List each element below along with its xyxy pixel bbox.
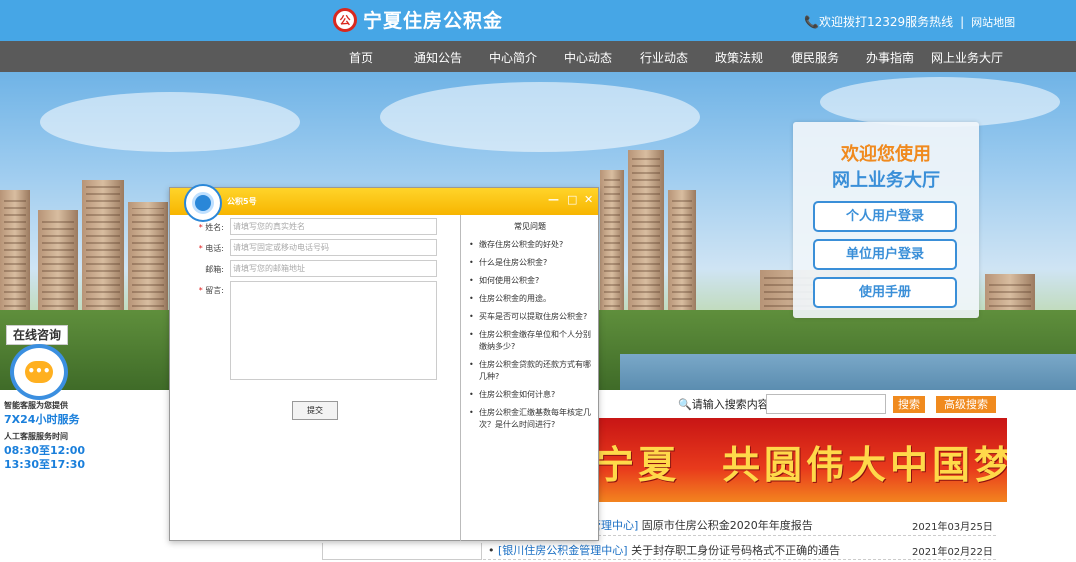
site-title: 宁夏住房公积金 [363, 10, 504, 32]
company-login-button[interactable]: 单位用户登录 [813, 239, 957, 270]
minimize-icon[interactable]: — [548, 193, 559, 206]
search-icon: 🔍 [678, 398, 692, 411]
submit-button[interactable]: 提交 [292, 401, 338, 420]
hotline-text: 📞欢迎拨打12329服务热线 [804, 15, 954, 29]
service-line-1: 智能客服为您提供 [4, 401, 68, 410]
nav-item-online-hall[interactable]: 网上业务大厅 [931, 49, 1003, 66]
building [668, 190, 696, 320]
news-item[interactable]: 管理中心] 固原市住房公积金2020年年度报告 [590, 517, 813, 533]
welcome-subtitle: 网上业务大厅 [832, 170, 940, 191]
logo-emblem-icon: 公 [333, 7, 357, 32]
cloud [820, 77, 1060, 127]
email-field[interactable]: 请填写您的邮箱地址 [230, 260, 437, 277]
news-date: 2021年03月25日 [912, 522, 993, 533]
nav-item-services[interactable]: 便民服务 [791, 49, 839, 66]
faq-item[interactable]: 如何使用公积金? [469, 275, 595, 287]
faq-list: 缴存住房公积金的好处? 什么是住房公积金? 如何使用公积金? 住房公积金的用途。… [469, 239, 595, 437]
phone-label: * 电话: [180, 243, 224, 254]
hotline-bar: 📞欢迎拨打12329服务热线 | 网站地图 [804, 13, 1015, 30]
bullet-icon: • [488, 544, 498, 557]
service-hours-24x7: 7X24小时服务 [4, 413, 80, 426]
chat-dots-icon: ••• [25, 361, 53, 383]
river [620, 354, 1076, 390]
name-label-text: 姓名: [205, 223, 224, 232]
faq-item[interactable]: 缴存住房公积金的好处? [469, 239, 595, 251]
message-form: * 姓名: 请填写您的真实姓名 * 电话: 请填写固定或移动电话号码 邮箱: 请… [170, 215, 460, 541]
required-mark: * [198, 223, 203, 232]
partial-panel [322, 543, 482, 560]
required-mark: * [198, 244, 203, 253]
consult-label[interactable]: 在线咨询 [6, 325, 68, 345]
faq-panel: 常见问题 缴存住房公积金的好处? 什么是住房公积金? 如何使用公积金? 住房公积… [460, 215, 598, 541]
message-label: * 留言: [180, 285, 224, 296]
agent-icon [192, 192, 214, 214]
nav-item-center-news[interactable]: 中心动态 [564, 49, 612, 66]
building [128, 202, 168, 320]
nav-item-guide[interactable]: 办事指南 [866, 49, 914, 66]
slogan-banner: 宁夏 共圆伟大中国梦 [598, 418, 1007, 502]
phone-label-text: 电话: [205, 244, 224, 253]
dialog-titlebar[interactable]: 公积5号 — □ ✕ [170, 184, 598, 222]
personal-login-button[interactable]: 个人用户登录 [813, 201, 957, 232]
faq-item[interactable]: 住房公积金的用途。 [469, 293, 595, 305]
online-hall-panel: 欢迎您使用 网上业务大厅 个人用户登录 单位用户登录 使用手册 [793, 122, 979, 318]
building [600, 170, 624, 320]
search-label: 🔍请输入搜索内容： [678, 396, 780, 412]
cloud [380, 82, 700, 152]
nav-item-about[interactable]: 中心简介 [489, 49, 537, 66]
chat-dialog: 公积5号 — □ ✕ * 姓名: 请填写您的真实姓名 * 电话: 请填写固定或移… [169, 184, 599, 541]
faq-item[interactable]: 住房公积金汇缴基数每年核定几次？是什么时间进行? [469, 407, 595, 431]
divider [478, 559, 996, 560]
sitemap-link[interactable]: 网站地图 [971, 14, 1015, 30]
building [628, 150, 664, 320]
nav-item-industry-news[interactable]: 行业动态 [640, 49, 688, 66]
search-button[interactable]: 搜索 [893, 396, 925, 413]
top-header: 公 宁夏住房公积金 📞欢迎拨打12329服务热线 | 网站地图 [0, 0, 1076, 41]
nav-item-notices[interactable]: 通知公告 [414, 49, 462, 66]
faq-item[interactable]: 什么是住房公积金? [469, 257, 595, 269]
cloud [40, 92, 300, 152]
message-textarea[interactable] [230, 281, 437, 380]
welcome-title: 欢迎您使用 [841, 144, 931, 165]
faq-item[interactable]: 住房公积金贷款的还款方式有哪几种? [469, 359, 595, 383]
user-manual-button[interactable]: 使用手册 [813, 277, 957, 308]
separator: | [960, 14, 965, 29]
news-title[interactable]: 关于封存职工身份证号码格式不正确的通告 [628, 544, 840, 557]
service-afternoon-hours: 13:30至17:30 [4, 458, 86, 471]
message-label-text: 留言: [205, 286, 224, 295]
required-mark: * [198, 286, 203, 295]
faq-item[interactable]: 住房公积金如何计息? [469, 389, 595, 401]
search-input[interactable] [766, 394, 886, 414]
site-logo[interactable]: 公 宁夏住房公积金 [333, 6, 503, 33]
name-label: * 姓名: [180, 222, 224, 233]
faq-title: 常见问题 [514, 222, 546, 231]
main-nav: 首页 通知公告 中心简介 中心动态 行业动态 政策法规 便民服务 办事指南 网上… [0, 41, 1076, 72]
phone-field[interactable]: 请填写固定或移动电话号码 [230, 239, 437, 256]
news-item[interactable]: • [银川住房公积金管理中心] 关于封存职工身份证号码格式不正确的通告 [488, 542, 840, 558]
service-line-3: 人工客服服务时间 [4, 432, 68, 441]
dialog-title: 公积5号 [227, 197, 257, 206]
faq-item[interactable]: 住房公积金缴存单位和个人分别缴纳多少? [469, 329, 595, 353]
building [38, 210, 78, 320]
building [82, 180, 124, 320]
nav-item-policy[interactable]: 政策法规 [715, 49, 763, 66]
maximize-icon[interactable]: □ [567, 193, 577, 206]
building [0, 190, 30, 320]
news-source[interactable]: [银川住房公积金管理中心] [498, 544, 628, 557]
email-label: 邮箱: [205, 265, 224, 274]
news-date: 2021年02月22日 [912, 547, 993, 558]
faq-item[interactable]: 买车是否可以提取住房公积金? [469, 311, 595, 323]
news-title[interactable]: 固原市住房公积金2020年年度报告 [638, 519, 813, 532]
name-field[interactable]: 请填写您的真实姓名 [230, 218, 437, 235]
advanced-search-button[interactable]: 高级搜索 [936, 396, 996, 413]
chat-bubble-icon[interactable]: ••• [10, 344, 68, 400]
close-icon[interactable]: ✕ [584, 193, 593, 206]
slogan-text: 宁夏 共圆伟大中国梦 [598, 443, 1007, 487]
nav-item-home[interactable]: 首页 [349, 49, 373, 66]
